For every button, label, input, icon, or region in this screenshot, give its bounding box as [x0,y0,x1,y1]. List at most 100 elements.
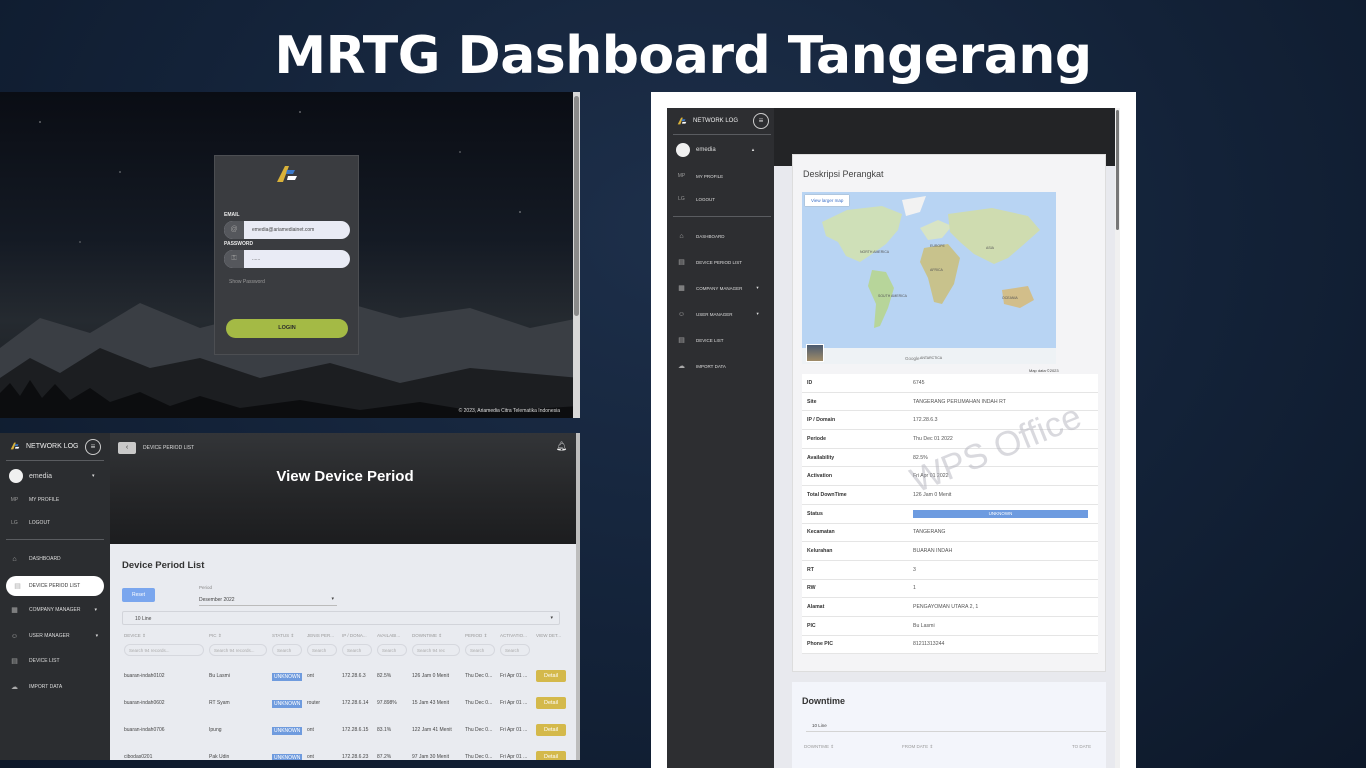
cell-downtime: 126 Jam 0 Menit [412,673,449,679]
search-device-input[interactable]: Search 94 records... [124,644,204,656]
breadcrumb: DEVICE PERIOD LIST [143,445,195,451]
sidebar-item-label: DEVICE LIST [29,658,60,664]
satellite-toggle[interactable] [806,344,824,362]
header-downtime[interactable]: DOWNTIME ⇕ [804,744,834,750]
info-value: 3 [913,567,1098,573]
status-badge: UNKNOWN [913,509,1088,518]
detail-button[interactable]: Detail [536,724,566,736]
brand-label: NETWORK LOG [26,442,79,450]
sidebar-item-dashboard[interactable]: ⌂ DASHBOARD [0,550,110,568]
info-value-text: 172.28.6.3 [913,417,938,424]
search-jenis-input[interactable]: Search [307,644,337,656]
sidebar-item-import-data[interactable]: ☁ IMPORT DATA [667,357,777,375]
bell-icon[interactable]: 🔔︎ [556,441,567,452]
sidebar-item-user-manager[interactable]: ☺ USER MANAGER ▾ [0,627,110,645]
detail-button[interactable]: Detail [536,670,566,682]
cell-period: Thu Dec 0... [465,700,493,706]
caret-icon: ▾ [94,607,98,613]
sidebar-item-my-profile[interactable]: MP MY PROFILE [0,491,110,509]
info-value-text: TANGERANG PERUMAHAN INDAH RT [913,398,1006,405]
header-downtime[interactable]: DOWNTIME ⇕ [412,633,442,639]
user-icon: ☺ [677,310,686,318]
header-availability[interactable]: AVAILABI... [377,633,400,638]
menu-toggle-icon[interactable]: ≡ [85,439,101,455]
search-downtime-input[interactable]: Search 94 rec [412,644,460,656]
header-pic[interactable]: PIC ⇕ [209,633,222,639]
caret-icon: ▾ [756,285,759,290]
header-from-date[interactable]: FROM DATE ⇕ [902,744,933,750]
info-key: Phone PIC [807,641,833,648]
info-value-text: Bu Lasmi [913,622,935,629]
header-ip[interactable]: IP / DONA... [342,633,367,638]
world-map[interactable]: View larger map NORTH AMERICA SOUTH AMER… [802,192,1056,364]
sidebar-item-import-data[interactable]: ☁ IMPORT DATA [0,678,110,696]
sidebar-item-device-period-list[interactable]: ▤ DEVICE PERIOD LIST [6,576,104,596]
header-device[interactable]: DEVICE ⇕ [124,633,146,639]
line-count-select[interactable]: 10 Line ▾ [122,611,560,625]
cell-avail: 87.2% [377,754,392,760]
device-period-card: Device Period List Reset Period Desember… [110,544,576,760]
email-field[interactable]: @ emedia@ariamediainet.com [224,221,350,239]
back-arrow-icon[interactable]: ‹ [118,442,136,454]
search-pic-input[interactable]: Search 94 records... [209,644,267,656]
caret-icon: ▾ [91,473,95,479]
cell-period: Thu Dec 0... [465,727,493,733]
sidebar-item-dashboard[interactable]: ⌂ DASHBOARD [667,227,777,245]
cell-status: UNKNOWN [272,700,303,708]
header-period[interactable]: PERIOD ⇕ [465,633,487,639]
detail-button[interactable]: Detail [536,697,566,709]
sidebar-item-logout[interactable]: LG LOGOUT [0,514,110,532]
search-activation-input[interactable]: Search [500,644,530,656]
scrollbar[interactable] [1115,108,1120,768]
info-row: RW 1 [802,580,1098,599]
header-activation[interactable]: ACTIVATIO... [500,633,527,638]
view-larger-map-link[interactable]: View larger map [805,195,850,206]
cell-downtime: 122 Jam 41 Menit [412,727,452,733]
header-to-date[interactable]: TO DATE [1072,744,1091,749]
info-row: ID 6745 [802,374,1098,393]
sidebar-item-device-period-list[interactable]: ▤ DEVICE PERIOD LIST [667,253,777,271]
sidebar-item-company-manager[interactable]: ▦ COMPANY MANAGER ▾ [667,279,777,297]
search-period-input[interactable]: Search [465,644,495,656]
header-status[interactable]: STATUS ⇕ [272,633,294,639]
sidebar-item-company-manager[interactable]: ▦ COMPANY MANAGER ▾ [0,601,110,619]
period-select[interactable]: Desember 2022 ▾ [199,594,337,606]
profile-abbr: MP [677,173,686,179]
info-key: RT [807,566,814,573]
user-menu[interactable]: emedia ▾ [9,469,94,483]
header-jenis[interactable]: JENIS PER... [307,633,334,638]
downtime-title: Downtime [802,696,846,706]
scrollbar[interactable] [576,433,580,760]
password-field[interactable]: ⚿...... [224,250,350,268]
sidebar-item-device-list[interactable]: ▤ DEVICE LIST [667,331,777,349]
scrollbar[interactable] [573,92,580,418]
line-count-select[interactable]: 10 Line [806,720,1106,732]
search-availability-input[interactable]: Search [377,644,407,656]
info-row: Alamat PENGAYOMAN UTARA 2, 1 [802,598,1098,617]
sidebar: NETWORK LOG ≡ emedia ▾ MP MY PROFILE LG LOG… [0,433,110,760]
document-icon: ▤ [678,259,685,266]
sidebar-brand[interactable]: NETWORK LOG [9,441,79,451]
logout-abbr: LG [678,196,685,202]
list-icon: ▤ [678,337,685,344]
cell-jenis: ont [307,727,314,733]
sidebar-brand[interactable]: NETWORK LOG [676,116,738,126]
info-row: Kecamatan TANGERANG [802,524,1098,543]
login-button[interactable]: LOGIN [226,319,348,338]
info-value: 81211313244 [913,641,1098,647]
avatar [9,469,23,483]
menu-toggle-icon[interactable]: ≡ [753,113,769,129]
sidebar-item-device-list[interactable]: ▤ DEVICE LIST [0,652,110,670]
sidebar-item-label: DEVICE LIST [696,337,724,343]
user-menu[interactable]: emedia ▴ [676,143,754,157]
search-ip-input[interactable]: Search [342,644,372,656]
show-password-toggle[interactable]: Show Password [229,279,265,285]
detail-button[interactable]: Detail [536,751,566,760]
reset-button[interactable]: Reset [122,588,155,602]
info-value: TANGERANG [913,529,1098,535]
sidebar-item-user-manager[interactable]: ☺ USER MANAGER ▾ [667,305,777,323]
sidebar-item-my-profile[interactable]: MP MY PROFILE [667,167,777,185]
caret-icon: ▴ [751,147,755,153]
sidebar-item-logout[interactable]: LG LOGOUT [667,190,777,208]
search-status-input[interactable]: Search [272,644,302,656]
